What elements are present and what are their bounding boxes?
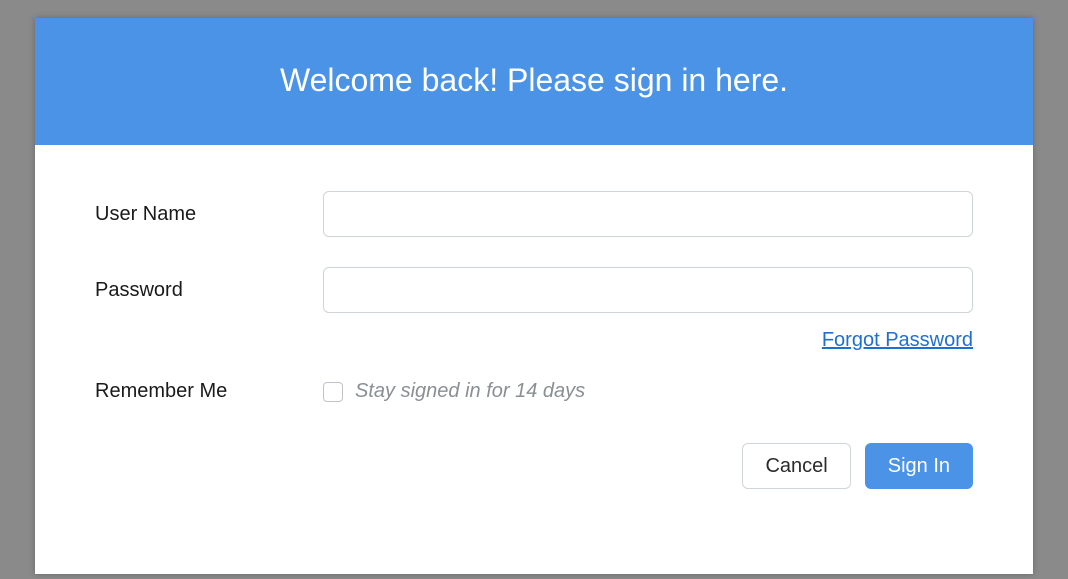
remember-label: Remember Me — [95, 380, 323, 403]
remember-checkbox-label: Stay signed in for 14 days — [355, 380, 585, 403]
remember-row: Remember Me Stay signed in for 14 days — [95, 380, 973, 403]
header-title: Welcome back! Please sign in here. — [280, 62, 788, 98]
password-field-wrap — [323, 267, 973, 313]
forgot-password-link[interactable]: Forgot Password — [822, 329, 973, 352]
password-row: Password — [95, 267, 973, 313]
button-row: Cancel Sign In — [95, 443, 973, 489]
password-label: Password — [95, 279, 323, 302]
username-row: User Name — [95, 191, 973, 237]
cancel-button[interactable]: Cancel — [742, 443, 850, 489]
username-label: User Name — [95, 203, 323, 226]
sign-in-button[interactable]: Sign In — [865, 443, 973, 489]
card-header: Welcome back! Please sign in here. — [35, 18, 1033, 145]
sign-in-card: Welcome back! Please sign in here. User … — [35, 18, 1033, 574]
username-input[interactable] — [323, 191, 973, 237]
forgot-password-row: Forgot Password — [95, 329, 973, 352]
remember-field-wrap: Stay signed in for 14 days — [323, 380, 973, 403]
password-input[interactable] — [323, 267, 973, 313]
card-body: User Name Password Forgot Password Remem… — [35, 145, 1033, 574]
remember-checkbox[interactable] — [323, 382, 343, 402]
username-field-wrap — [323, 191, 973, 237]
